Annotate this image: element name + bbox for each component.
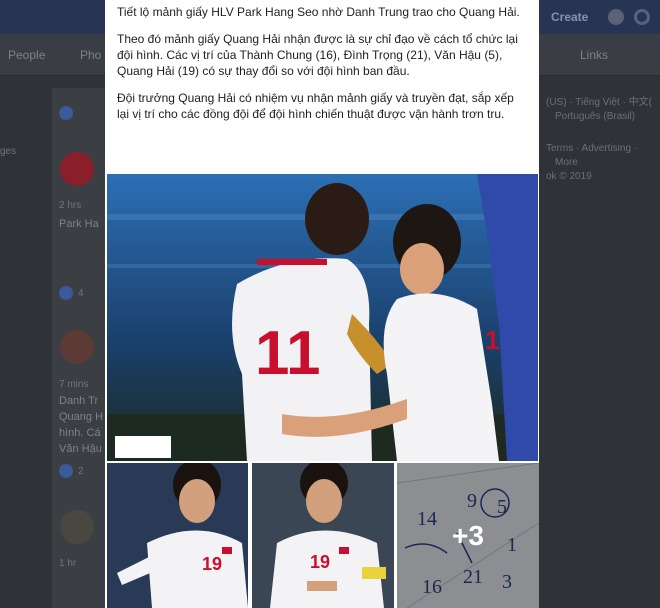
jersey-number: 19 [202,554,222,574]
post-body: Tiết lộ mảnh giấy HLV Park Hang Seo nhờ … [105,0,539,122]
post-line: Danh Tr [59,395,99,407]
user-icon[interactable] [608,9,624,25]
like-icon [59,286,73,300]
tab-links[interactable]: Links [580,48,608,62]
settings-icon[interactable] [634,9,650,25]
post-line: Văn Hậu [59,443,102,455]
main-photo[interactable]: 11 1 [107,174,538,461]
post-line: Quang H [59,411,104,423]
thumbnail-image: 19 [252,463,394,608]
tab-people[interactable]: People [8,48,45,62]
footer-links[interactable]: Terms · Advertising · [546,142,637,156]
main-photo-image: 11 1 [107,174,538,461]
create-button[interactable]: Create [551,10,588,24]
post-author[interactable]: Park Ha [59,218,99,230]
jersey-number: 11 [255,319,321,388]
post-time: 1 hr [59,558,77,569]
thumbnail-photo[interactable]: 19 [252,463,394,608]
post-paragraph: Đội trưởng Quang Hải có nhiệm vụ nhận mả… [117,91,514,121]
like-icon [59,464,73,478]
post-time: 2 hrs [59,200,82,211]
tab-photos[interactable]: Pho [80,48,101,62]
post-paragraph: Theo đó mảnh giấy Quang Hải nhận được là… [117,32,518,78]
page-avatar[interactable] [60,510,94,544]
footer-links[interactable]: More [555,156,578,170]
more-photos-tile[interactable]: 14 9 5 1 16 21 3 +3 [397,463,539,608]
thumbnail-photo[interactable]: 19 [107,463,248,608]
page-avatar[interactable] [60,152,94,186]
left-sidebar-label: ges [0,146,17,157]
like-count: 2 [78,466,84,477]
caption-label [115,436,171,458]
post-time: 7 mins [59,379,89,390]
language-list[interactable]: Português (Brasil) [555,110,635,124]
post-card: Tiết lộ mảnh giấy HLV Park Hang Seo nhờ … [105,0,539,608]
post-line: hình. Cá [59,427,101,439]
thumbnail-image: 19 [107,463,248,608]
jersey-number: 1 [485,325,499,355]
like-icon [59,106,73,120]
language-list[interactable]: (US) · Tiếng Việt · 中文( [546,96,652,110]
post-paragraph: Tiết lộ mảnh giấy HLV Park Hang Seo nhờ … [117,5,520,19]
jersey-number: 19 [310,552,330,572]
like-count: 4 [78,288,84,299]
copyright: ok © 2019 [546,171,592,182]
more-photos-count[interactable]: +3 [397,463,539,608]
page-avatar[interactable] [60,330,94,364]
